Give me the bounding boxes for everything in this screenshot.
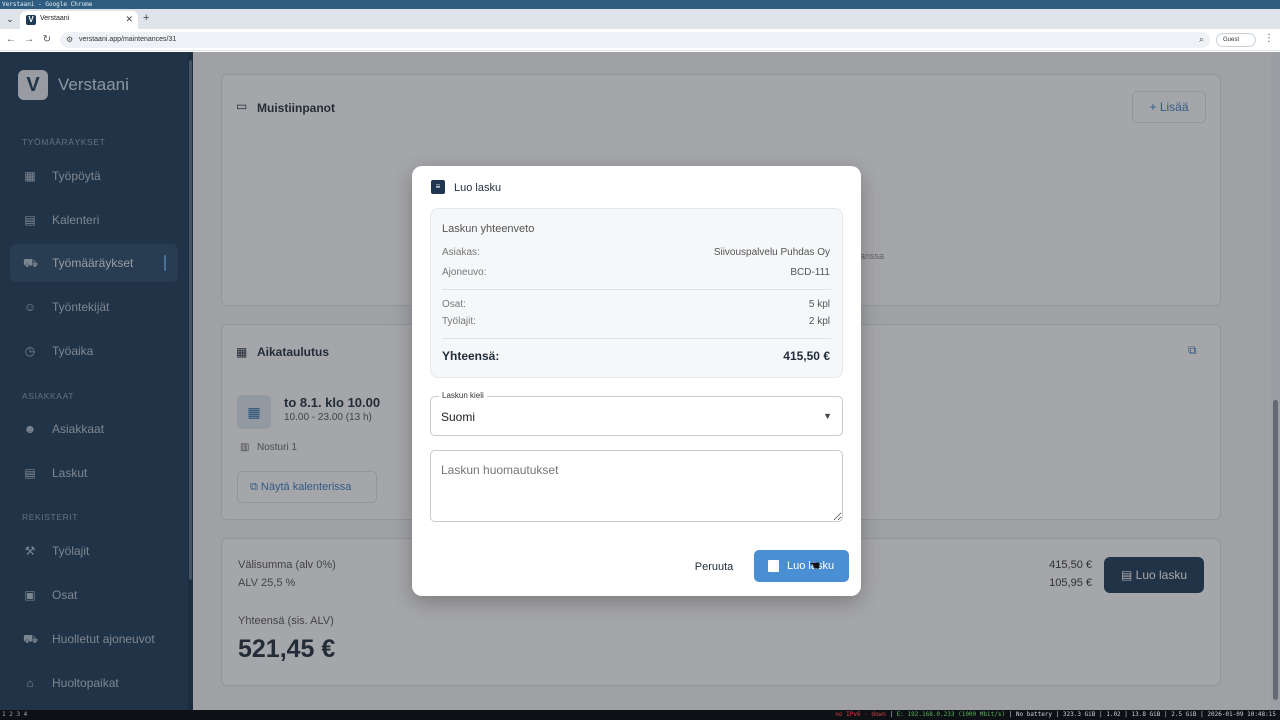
back-icon[interactable]: ←: [4, 33, 18, 47]
parts-label: Osat:: [442, 299, 466, 310]
browser-toolbar: ← → ↻ ⚙ verstaani.app/maintenances/31 ⌕ …: [0, 29, 1280, 51]
network-status: E: 192.168.0.233 (1000 Mbit/s): [896, 711, 1006, 718]
summary-divider: [442, 338, 831, 339]
worktypes-value: 2 kpl: [808, 316, 830, 327]
address-bar[interactable]: ⚙ verstaani.app/maintenances/31 ⌕: [60, 32, 1210, 48]
customer-value: Siivouspalvelu Puhdas Oy: [713, 247, 830, 258]
url-text: verstaani.app/maintenances/31: [79, 36, 177, 43]
os-status-bar: 1 2 3 4 no IPv6 · down | E: 192.168.0.23…: [0, 710, 1280, 720]
browser-tab[interactable]: V Verstaani ✕: [20, 11, 138, 29]
profile-button[interactable]: Guest: [1216, 33, 1256, 47]
zoom-icon[interactable]: ⌕: [1199, 34, 1204, 45]
new-tab-icon[interactable]: +: [143, 12, 149, 24]
summary-total-label: Yhteensä:: [442, 349, 500, 363]
confirm-create-invoice-button[interactable]: Luo lasku: [754, 550, 849, 582]
site-info-icon[interactable]: ⚙: [66, 35, 73, 44]
dialog-title: Luo lasku: [454, 182, 502, 194]
vehicle-value: BCD-111: [790, 267, 830, 278]
dropdown-arrow-icon: ▼: [823, 411, 832, 421]
invoice-notes-field[interactable]: [430, 450, 843, 522]
window-title: Verstaani - Google Chrome: [0, 0, 1280, 9]
forward-icon[interactable]: →: [22, 33, 36, 47]
invoice-icon: ≡: [431, 180, 445, 194]
worktypes-label: Työlajit:: [442, 316, 476, 327]
customer-label: Asiakas:: [442, 247, 480, 258]
browser-menu-icon[interactable]: ⋮: [1264, 33, 1274, 44]
invoice-language-select[interactable]: Laskun kieli Suomi ▼: [430, 391, 843, 436]
verstaani-favicon-icon: V: [26, 15, 36, 25]
mouse-cursor-icon: ☚: [809, 558, 821, 573]
system-stats: No battery | 323.3 GiB | 1.02 | 13.8 GiB…: [1015, 711, 1276, 718]
vehicle-label: Ajoneuvo:: [442, 267, 487, 278]
workspace-indicator[interactable]: 1 2 3 4: [2, 711, 27, 718]
profile-label: Guest: [1223, 37, 1240, 43]
invoice-language-label: Laskun kieli: [439, 391, 487, 400]
close-tab-icon[interactable]: ✕: [125, 14, 133, 25]
system-status: no IPv6 · down | E: 192.168.0.233 (1000 …: [835, 711, 1276, 718]
tab-title: Verstaani: [40, 15, 70, 22]
browser-tabstrip: ⌄ V Verstaani ✕ +: [0, 9, 1280, 29]
create-invoice-dialog: ≡ Luo lasku Laskun yhteenveto Asiakas: S…: [412, 166, 861, 596]
cancel-button[interactable]: Peruuta: [684, 558, 744, 576]
invoice-icon: [768, 560, 779, 572]
tab-search-icon[interactable]: ⌄: [4, 13, 16, 25]
summary-divider: [442, 289, 831, 290]
parts-value: 5 kpl: [808, 299, 830, 310]
invoice-summary: Laskun yhteenveto Asiakas: Siivouspalvel…: [430, 208, 843, 378]
summary-total-value: 415,50 €: [783, 349, 830, 363]
summary-heading: Laskun yhteenveto: [442, 223, 535, 235]
ipv6-status: no IPv6 · down: [835, 711, 886, 718]
reload-icon[interactable]: ↻: [40, 33, 54, 47]
invoice-language-value: Suomi: [441, 410, 476, 424]
